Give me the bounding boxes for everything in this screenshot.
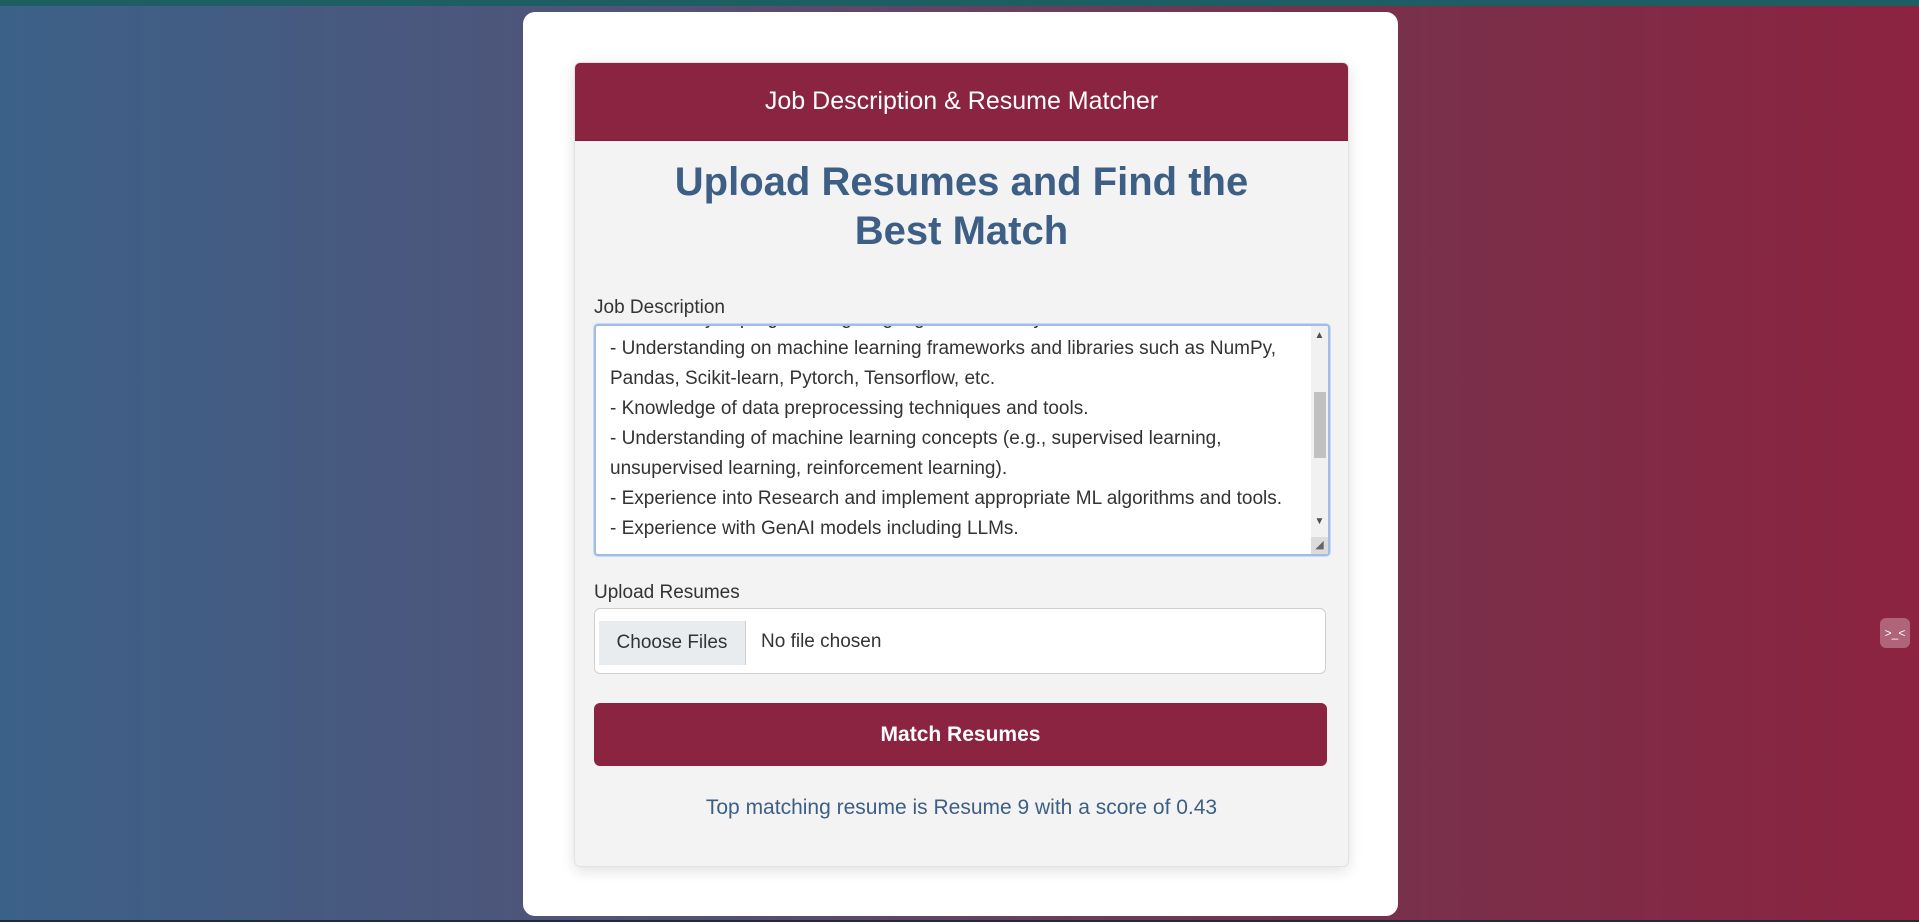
match-resumes-button[interactable]: Match Resumes	[594, 703, 1327, 766]
scroll-up-icon[interactable]: ▲	[1311, 328, 1328, 344]
choose-files-button[interactable]: Choose Files	[599, 621, 746, 665]
card-header: Job Description & Resume Matcher	[575, 63, 1348, 141]
job-description-textarea[interactable]: - Proficiency in programming languages s…	[594, 324, 1330, 556]
upload-resumes-label: Upload Resumes	[594, 582, 740, 603]
matcher-card: Job Description & Resume Matcher Upload …	[574, 62, 1349, 867]
scroll-down-icon[interactable]: ▼	[1311, 514, 1328, 530]
resize-handle-icon[interactable]: ◢	[1311, 537, 1328, 554]
terminal-icon[interactable]: >_<	[1880, 618, 1910, 648]
app-title: Job Description & Resume Matcher	[764, 87, 1159, 115]
scroll-thumb[interactable]	[1314, 392, 1326, 458]
job-description-label: Job Description	[594, 297, 725, 318]
file-status-text: No file chosen	[761, 631, 882, 652]
job-description-text[interactable]: - Proficiency in programming languages s…	[610, 326, 1300, 544]
textarea-scrollbar[interactable]: ▲ ▼	[1311, 326, 1328, 554]
page-title: Upload Resumes and Find the Best Match	[674, 160, 1249, 253]
top-strip	[0, 0, 1919, 6]
match-result-text: Top matching resume is Resume 9 with a s…	[705, 796, 1218, 819]
file-input[interactable]: Choose Files No file chosen	[594, 608, 1326, 674]
